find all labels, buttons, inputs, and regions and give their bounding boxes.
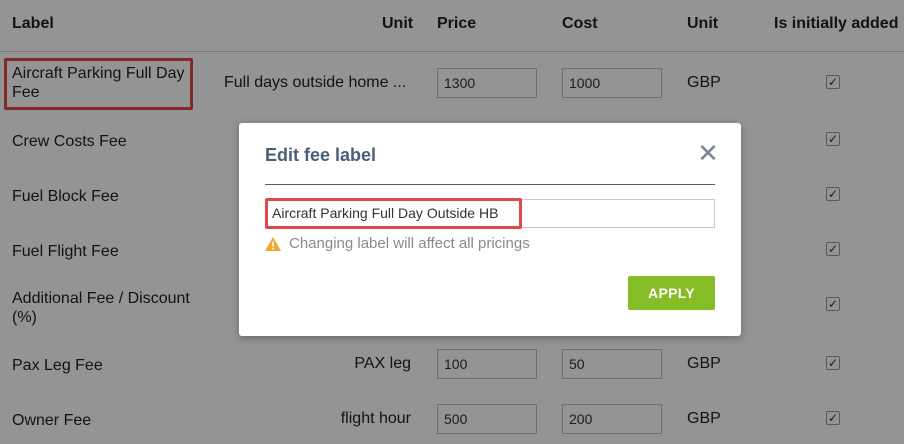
dialog-title: Edit fee label (265, 145, 377, 165)
apply-button[interactable]: APPLY (628, 276, 715, 310)
warning-icon (265, 236, 281, 251)
warning-message: Changing label will affect all pricings (265, 235, 530, 252)
input-highlight-box (265, 198, 522, 229)
close-icon[interactable]: ✕ (697, 140, 719, 166)
edit-fee-label-dialog: Edit fee label ✕ Aircraft Parking Full D… (239, 123, 741, 336)
warning-text: Changing label will affect all pricings (289, 235, 530, 252)
dialog-title-divider (265, 184, 715, 185)
